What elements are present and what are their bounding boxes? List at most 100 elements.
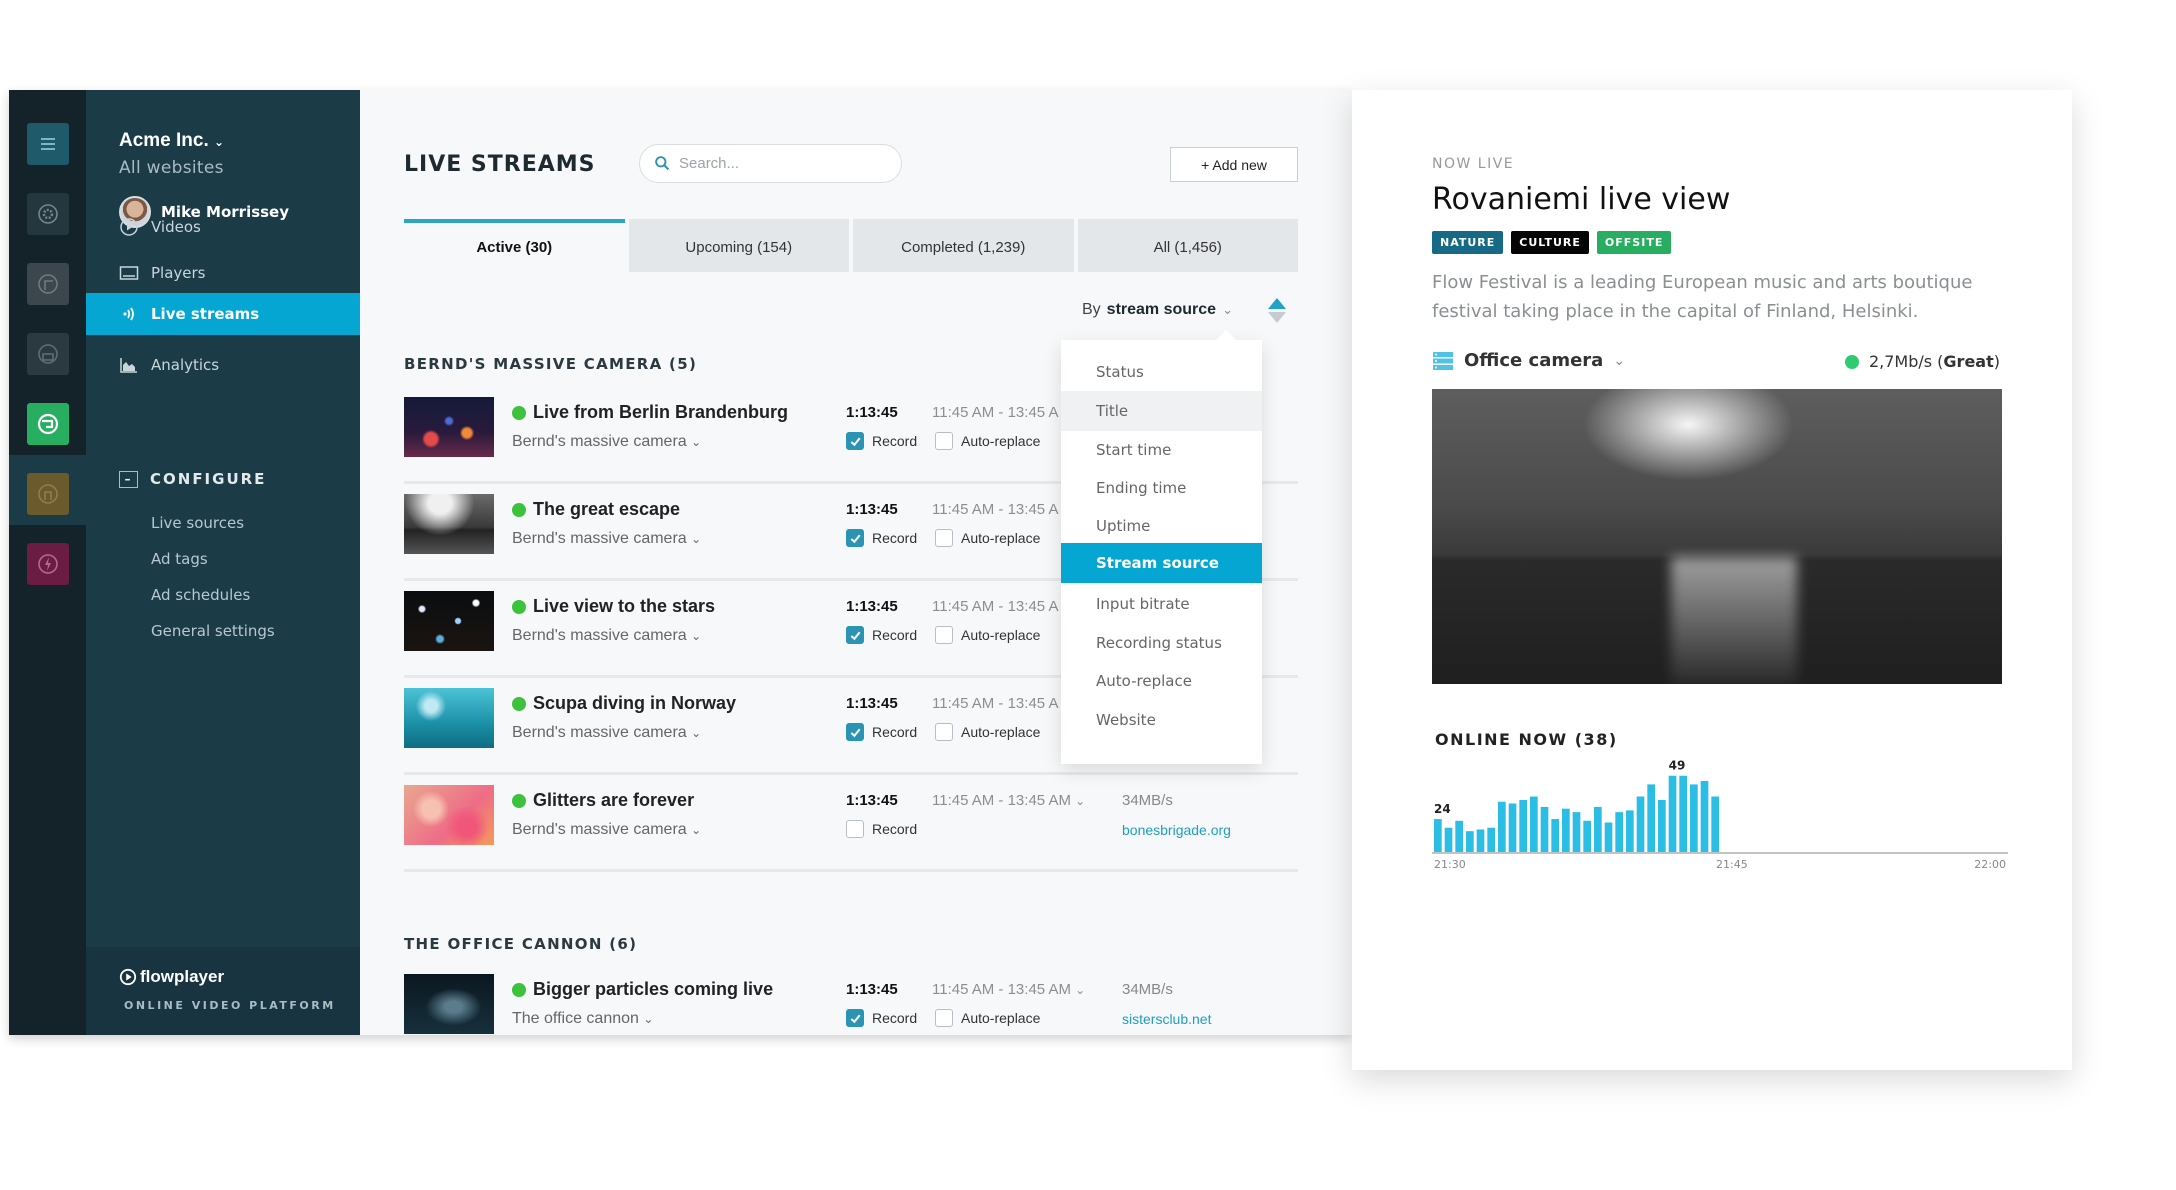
sidebar-item-videos[interactable]: Videos	[86, 206, 360, 248]
record-checkbox[interactable]: Record	[846, 626, 917, 644]
stream-source-select[interactable]: Bernd's massive camera ⌄	[512, 627, 701, 645]
rail-button-menu[interactable]	[27, 123, 69, 165]
stream-schedule[interactable]: 11:45 AM - 13:45 A	[932, 598, 1058, 615]
tab-completed[interactable]: Completed (1,239)	[853, 219, 1074, 272]
configure-section-toggle[interactable]: – CONFIGURE	[119, 470, 266, 488]
sidebar-item-ad-schedules[interactable]: Ad schedules	[151, 586, 250, 604]
chart-bar[interactable]	[1530, 796, 1538, 852]
chart-bar[interactable]	[1540, 806, 1549, 852]
sort-option-stream-source[interactable]: Stream source	[1061, 543, 1262, 583]
sort-select[interactable]: By stream source ⌄	[1082, 301, 1233, 319]
rail-button-app[interactable]	[27, 263, 69, 305]
stream-row[interactable]: Bigger particles coming live The office c…	[404, 964, 1298, 1035]
auto-replace-checkbox[interactable]: Auto-replace	[935, 1009, 1040, 1027]
stream-schedule[interactable]: 11:45 AM - 13:45 AM ⌄	[932, 981, 1085, 998]
chart-bar[interactable]	[1583, 820, 1592, 852]
stream-source-select[interactable]: Bernd's massive camera ⌄	[512, 433, 701, 451]
auto-replace-checkbox[interactable]: Auto-replace	[935, 432, 1040, 450]
chart-bar[interactable]	[1551, 819, 1560, 852]
chart-bar[interactable]	[1498, 801, 1506, 852]
chart-bar[interactable]	[1508, 803, 1517, 852]
stream-source-select[interactable]: Bernd's massive camera ⌄	[512, 821, 701, 839]
rail-button-settings[interactable]	[27, 193, 69, 235]
rail-button-live-app[interactable]	[27, 403, 69, 445]
live-video-preview[interactable]	[1432, 389, 2002, 684]
sort-option-uptime[interactable]: Uptime	[1061, 506, 1262, 546]
stream-schedule[interactable]: 11:45 AM - 13:45 A	[932, 695, 1058, 712]
auto-replace-checkbox[interactable]: Auto-replace	[935, 529, 1040, 547]
tab-active[interactable]: Active (30)	[404, 219, 625, 272]
chart-bar[interactable]	[1476, 829, 1485, 852]
stream-title[interactable]: Bigger particles coming live	[512, 979, 773, 1000]
sort-option-start-time[interactable]: Start time	[1061, 430, 1262, 470]
chart-bar[interactable]	[1444, 827, 1453, 852]
add-new-button[interactable]: + Add new	[1170, 147, 1298, 182]
camera-select[interactable]: Office camera ⌄	[1432, 350, 1625, 371]
stream-source-select[interactable]: Bernd's massive camera ⌄	[512, 530, 701, 548]
search-field[interactable]	[639, 144, 902, 183]
sort-option-status[interactable]: Status	[1061, 352, 1262, 392]
sort-option-title[interactable]: Title	[1061, 391, 1262, 431]
rail-button-player-app[interactable]	[27, 333, 69, 375]
record-checkbox[interactable]: Record	[846, 723, 917, 741]
sort-option-auto-replace[interactable]: Auto-replace	[1061, 661, 1262, 701]
chart-bar[interactable]	[1572, 812, 1581, 852]
stream-website-link[interactable]: sistersclub.net	[1122, 1011, 1211, 1027]
chart-bar[interactable]	[1636, 796, 1645, 852]
chart-bar[interactable]	[1626, 810, 1634, 852]
sidebar-item-live-streams[interactable]: Live streams	[86, 293, 360, 335]
stream-schedule[interactable]: 11:45 AM - 13:45 A	[932, 501, 1058, 518]
chart-bar[interactable]	[1615, 812, 1624, 852]
chart-bar[interactable]	[1466, 831, 1474, 852]
auto-replace-checkbox[interactable]: Auto-replace	[935, 723, 1040, 741]
org-switcher[interactable]: Acme Inc. ⌄	[119, 130, 224, 152]
chart-bar[interactable]	[1519, 800, 1528, 852]
sort-option-recording-status[interactable]: Recording status	[1061, 623, 1262, 663]
chart-bar[interactable]	[1658, 800, 1666, 852]
stream-source-select[interactable]: Bernd's massive camera ⌄	[512, 724, 701, 742]
rail-button-globe-app[interactable]	[27, 473, 69, 515]
sidebar-item-general-settings[interactable]: General settings	[151, 622, 275, 640]
tag-culture[interactable]: CULTURE	[1511, 231, 1589, 254]
sidebar-item-ad-tags[interactable]: Ad tags	[151, 550, 208, 568]
tab-all[interactable]: All (1,456)	[1077, 219, 1298, 272]
stream-title[interactable]: Live from Berlin Brandenburg	[512, 402, 788, 423]
tag-offsite[interactable]: OFFSITE	[1596, 231, 1672, 254]
chart-bar[interactable]	[1711, 796, 1720, 852]
sort-direction-toggle[interactable]	[1267, 297, 1287, 325]
chart-bar[interactable]	[1647, 784, 1656, 852]
record-checkbox[interactable]: Record	[846, 820, 917, 838]
tab-upcoming[interactable]: Upcoming (154)	[628, 219, 849, 272]
sidebar-item-live-sources[interactable]: Live sources	[151, 514, 244, 532]
stream-website-link[interactable]: bonesbrigade.org	[1122, 822, 1231, 838]
auto-replace-checkbox[interactable]: Auto-replace	[935, 626, 1040, 644]
stream-title[interactable]: Live view to the stars	[512, 596, 715, 617]
chart-bar[interactable]	[1487, 827, 1496, 852]
record-checkbox[interactable]: Record	[846, 1009, 917, 1027]
chart-bar[interactable]	[1679, 775, 1688, 852]
tag-nature[interactable]: NATURE	[1432, 231, 1504, 254]
sort-option-ending-time[interactable]: Ending time	[1061, 468, 1262, 508]
stream-title[interactable]: Glitters are forever	[512, 790, 694, 811]
chart-bar[interactable]	[1594, 806, 1602, 852]
chart-bar[interactable]	[1604, 822, 1613, 852]
stream-schedule[interactable]: 11:45 AM - 13:45 AM ⌄	[932, 792, 1085, 809]
stream-title[interactable]: Scupa diving in Norway	[512, 693, 736, 714]
stream-title[interactable]: The great escape	[512, 499, 680, 520]
stream-schedule[interactable]: 11:45 AM - 13:45 A	[932, 404, 1058, 421]
chart-bar[interactable]	[1690, 784, 1698, 852]
sort-option-input-bitrate[interactable]: Input bitrate	[1061, 584, 1262, 624]
chart-bar[interactable]	[1668, 775, 1677, 852]
stream-row[interactable]: Glitters are forever Bernd's massive came…	[404, 775, 1298, 872]
chart-bar[interactable]	[1455, 820, 1464, 852]
chart-bar[interactable]	[1562, 808, 1570, 852]
sidebar-item-analytics[interactable]: Analytics	[86, 344, 360, 386]
stream-source-select[interactable]: The office cannon ⌄	[512, 1010, 653, 1028]
chart-bar[interactable]	[1434, 819, 1442, 852]
sidebar-item-players[interactable]: Players	[86, 252, 360, 294]
record-checkbox[interactable]: Record	[846, 529, 917, 547]
record-checkbox[interactable]: Record	[846, 432, 917, 450]
chart-bar[interactable]	[1700, 780, 1709, 852]
sort-option-website[interactable]: Website	[1061, 700, 1262, 740]
rail-button-flash-app[interactable]	[27, 543, 69, 585]
